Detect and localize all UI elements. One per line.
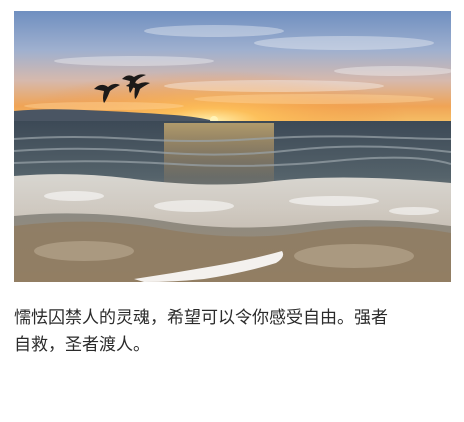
photo-canvas <box>14 11 451 282</box>
sun-reflection <box>164 123 274 193</box>
caption-text: 懦怯囚禁人的灵魂，希望可以令你感受自由。强者 自救，圣者渡人。 <box>14 305 451 359</box>
page: 懦怯囚禁人的灵魂，希望可以令你感受自由。强者 自救，圣者渡人。 <box>0 0 464 422</box>
sunset-sea-photo <box>14 11 451 282</box>
caption-line-2: 自救，圣者渡人。 <box>14 335 150 355</box>
caption-line-1: 懦怯囚禁人的灵魂，希望可以令你感受自由。强者 <box>14 308 388 328</box>
